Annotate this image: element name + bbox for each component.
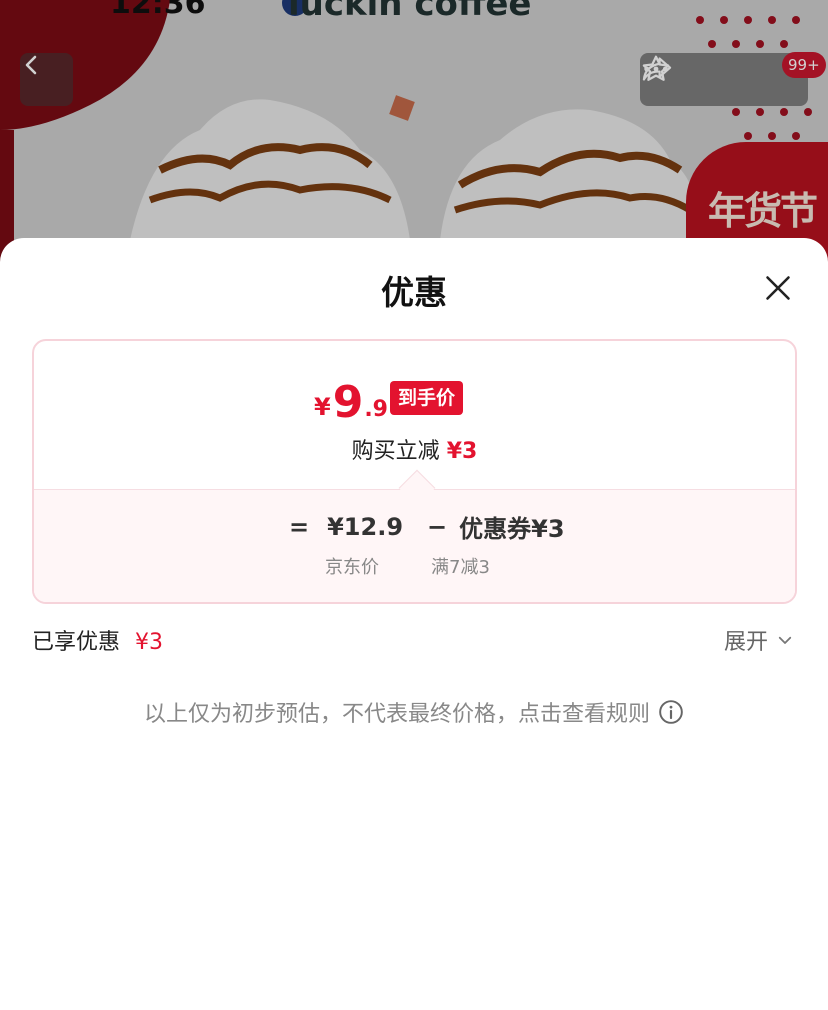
page: 12:36 luckin coffee 99+ 年货节 优惠 ¥ 9 .9 到手… (0, 0, 828, 1010)
price-calculation: = ¥12.9 − 优惠券¥3 (289, 509, 565, 544)
instant-discount: 购买立减 ¥3 (34, 433, 795, 465)
coupon-rule: 满7减3 (431, 557, 490, 578)
disclaimer-text: 以上仅为初步预估，不代表最终价格，点击查看规则 (143, 702, 650, 727)
base-price: ¥12.9 (327, 512, 404, 541)
final-price: ¥ 9 .9 (314, 375, 388, 425)
product-image-background: 12:36 luckin coffee 99+ 年货节 (0, 0, 828, 270)
expand-button[interactable]: 展开 (724, 624, 794, 656)
price-rules-link[interactable]: 以上仅为初步预估，不代表最终价格，点击查看规则 (0, 696, 828, 728)
expand-label: 展开 (724, 630, 769, 655)
instant-discount-label: 购买立减 (351, 439, 440, 464)
minus-sign: − (427, 512, 448, 541)
price-breakdown-card: ¥ 9 .9 到手价 购买立减 ¥3 = ¥12.9 − 优惠券¥3 京东价 满… (32, 339, 797, 604)
chevron-down-icon (778, 636, 792, 644)
discount-sheet: 优惠 ¥ 9 .9 到手价 购买立减 ¥3 = ¥12.9 − 优惠券¥3 京东… (0, 238, 828, 1010)
equals-sign: = (289, 512, 310, 541)
overlay-mask[interactable] (0, 0, 828, 270)
info-icon (659, 700, 683, 724)
enjoyed-value: ¥3 (135, 630, 164, 655)
final-price-tag: 到手价 (390, 381, 464, 415)
sheet-title: 优惠 (381, 273, 447, 312)
coupon-amount: 优惠券¥3 (459, 515, 565, 543)
close-icon (766, 276, 790, 300)
calculation-section (34, 489, 795, 602)
close-button[interactable] (758, 268, 798, 308)
price-integer: 9 (332, 377, 364, 428)
enjoyed-label: 已享优惠 (32, 630, 121, 655)
price-currency: ¥ (314, 393, 331, 421)
price-decimal: .9 (364, 397, 388, 422)
enjoyed-discount: 已享优惠 ¥3 (32, 624, 163, 656)
instant-discount-value: ¥3 (446, 439, 478, 464)
base-price-label: 京东价 (325, 557, 379, 578)
